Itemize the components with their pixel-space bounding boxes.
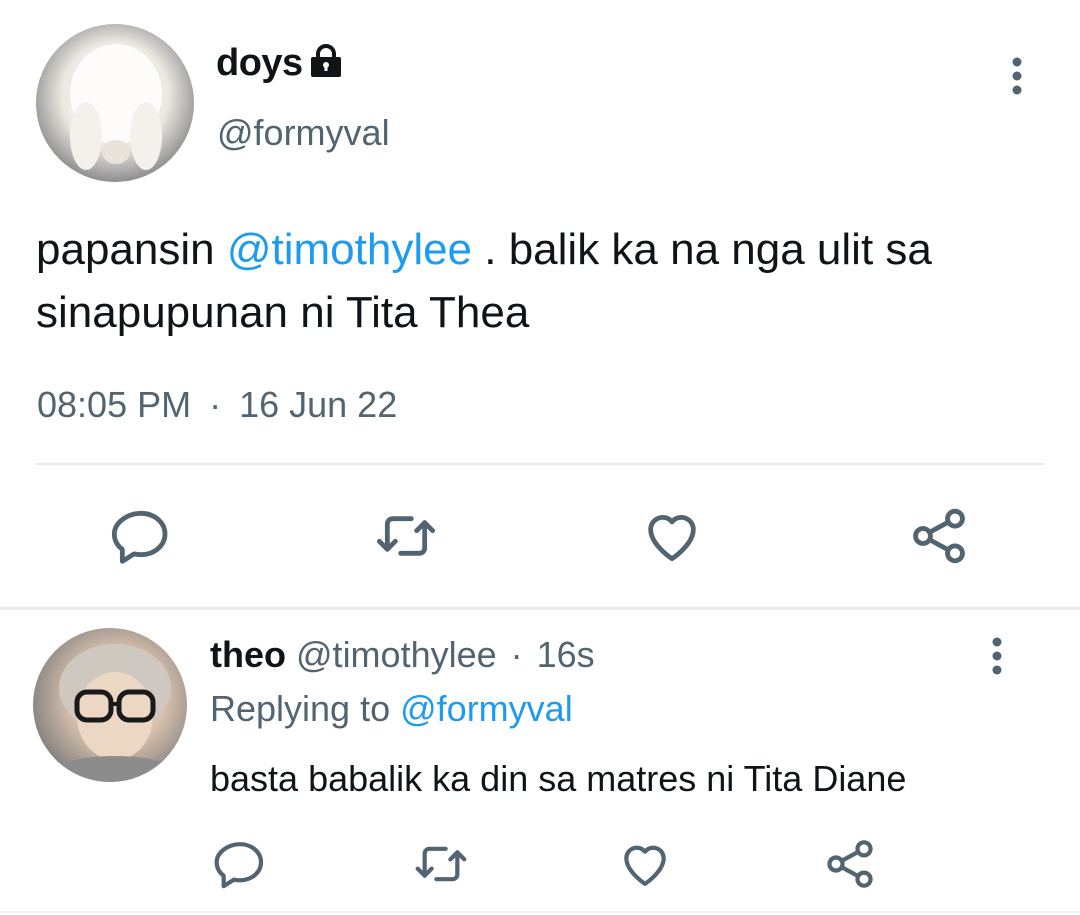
- like-icon[interactable]: [640, 504, 704, 568]
- reply-author-name[interactable]: theo: [210, 634, 286, 675]
- like-icon[interactable]: [617, 836, 673, 892]
- author-name[interactable]: doys: [216, 42, 303, 85]
- tweet-text: papansin @timothylee . balik ka na nga u…: [36, 218, 1036, 344]
- divider: [36, 463, 1044, 465]
- reply-icon[interactable]: [212, 836, 268, 892]
- more-vertical-icon[interactable]: [980, 636, 1014, 676]
- divider: [0, 911, 1080, 913]
- reply-text: basta babalik ka din sa matres ni Tita D…: [210, 758, 907, 799]
- replying-handle-link[interactable]: @formyval: [400, 688, 573, 729]
- share-icon[interactable]: [907, 504, 971, 568]
- tweet-text-before: papansin: [36, 225, 227, 274]
- reply-time: 16s: [536, 634, 595, 675]
- author-handle[interactable]: @formyval: [217, 112, 390, 154]
- lock-icon: [308, 44, 344, 78]
- share-icon[interactable]: [822, 836, 878, 892]
- meta-separator: ·: [209, 384, 222, 425]
- replying-to: Replying to @formyval: [210, 688, 573, 730]
- avatar[interactable]: [36, 24, 194, 182]
- meta-separator: ·: [510, 634, 523, 675]
- mention-link[interactable]: @timothylee: [227, 225, 472, 274]
- reply-icon[interactable]: [109, 504, 173, 568]
- avatar[interactable]: [33, 628, 187, 782]
- tweet-timestamp: 08:05 PM · 16 Jun 22: [37, 384, 397, 426]
- tweet-date: 16 Jun 22: [239, 384, 398, 425]
- retweet-icon[interactable]: [413, 836, 469, 892]
- reply-header: theo @timothylee · 16s: [210, 634, 595, 676]
- divider: [0, 607, 1080, 610]
- retweet-icon[interactable]: [374, 504, 438, 568]
- more-vertical-icon[interactable]: [1000, 56, 1034, 96]
- bunny-avatar-image: [70, 44, 162, 170]
- reply-author-handle[interactable]: @timothylee: [296, 634, 497, 675]
- tweet-time: 08:05 PM: [37, 384, 192, 425]
- person-avatar-image: [45, 644, 185, 782]
- replying-prefix: Replying to: [210, 688, 391, 729]
